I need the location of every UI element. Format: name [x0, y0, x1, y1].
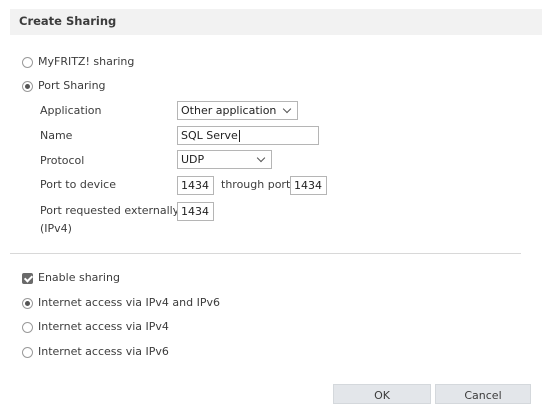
application-select-value: Other application	[181, 104, 277, 117]
name-label: Name	[40, 129, 73, 142]
text-cursor	[238, 130, 240, 142]
through-port-input[interactable]: 1434	[290, 176, 327, 195]
access-ipv4-radio[interactable]	[22, 322, 33, 333]
application-label: Application	[40, 104, 102, 117]
enable-sharing-checkbox[interactable]	[22, 273, 33, 284]
ok-button[interactable]: OK	[333, 384, 431, 404]
port-external-input[interactable]: 1434	[177, 202, 214, 221]
port-to-device-value: 1434	[181, 179, 209, 192]
cancel-button[interactable]: Cancel	[435, 384, 531, 404]
access-ipv6-label[interactable]: Internet access via IPv6	[38, 345, 169, 358]
through-port-label: through port	[221, 178, 291, 191]
chevron-down-icon	[282, 104, 292, 114]
port-to-device-label: Port to device	[40, 178, 116, 191]
protocol-select-value: UDP	[181, 153, 205, 166]
access-ipv4-ipv6-radio[interactable]	[22, 298, 33, 309]
section-divider	[10, 253, 521, 254]
chevron-down-icon	[256, 153, 266, 163]
myfritz-sharing-radio[interactable]	[22, 57, 33, 68]
port-external-label: Port requested externally	[40, 204, 180, 217]
through-port-value: 1434	[294, 179, 322, 192]
port-to-device-input[interactable]: 1434	[177, 176, 214, 195]
dialog-title: Create Sharing	[19, 14, 117, 28]
myfritz-sharing-label[interactable]: MyFRITZ! sharing	[38, 55, 134, 68]
port-external-label-suffix: (IPv4)	[40, 222, 72, 235]
protocol-select[interactable]: UDP	[177, 150, 272, 169]
name-input[interactable]: SQL Serve	[177, 126, 319, 145]
application-select[interactable]: Other application	[177, 101, 298, 120]
port-sharing-radio[interactable]	[22, 81, 33, 92]
dialog-header: Create Sharing	[10, 9, 542, 35]
name-input-value: SQL Serve	[181, 129, 238, 142]
enable-sharing-label[interactable]: Enable sharing	[38, 271, 120, 284]
access-ipv4-ipv6-label[interactable]: Internet access via IPv4 and IPv6	[38, 296, 220, 309]
port-sharing-label[interactable]: Port Sharing	[38, 79, 106, 92]
access-ipv6-radio[interactable]	[22, 347, 33, 358]
port-external-value: 1434	[181, 205, 209, 218]
protocol-label: Protocol	[40, 154, 85, 167]
access-ipv4-label[interactable]: Internet access via IPv4	[38, 320, 169, 333]
